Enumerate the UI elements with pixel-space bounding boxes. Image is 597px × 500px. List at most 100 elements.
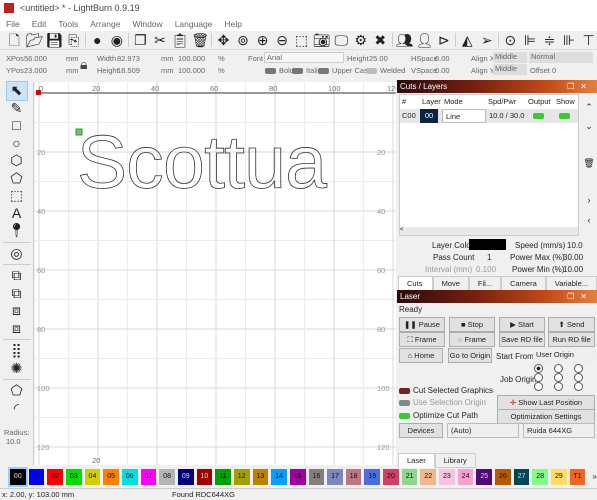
menu-arrange[interactable]: Arrange bbox=[90, 19, 120, 29]
save-icon[interactable]: 💾︎ bbox=[46, 32, 64, 49]
new-file-icon[interactable]: 🗋︎ bbox=[6, 32, 23, 49]
palette-swatch-21[interactable]: 21 bbox=[401, 468, 418, 485]
job-origin-radio[interactable] bbox=[554, 373, 563, 382]
move-down-icon[interactable]: ⌄ bbox=[581, 121, 597, 132]
column-header[interactable]: Show bbox=[554, 95, 578, 109]
palette-swatch-15[interactable]: 15 bbox=[289, 468, 306, 485]
palette-swatch-06[interactable]: 06 bbox=[121, 468, 138, 485]
lock-icon[interactable]: 🔒︎ bbox=[80, 56, 87, 73]
select-tool-icon[interactable]: ⬉︎ bbox=[5, 81, 28, 101]
job-origin-radio[interactable] bbox=[574, 364, 583, 373]
node-edit-tool-icon[interactable]: ⬠︎ bbox=[7, 170, 27, 188]
palette-swatch-27[interactable]: 27 bbox=[513, 468, 530, 485]
zoom-out-icon[interactable]: ⊖︎ bbox=[274, 32, 291, 49]
menu-help[interactable]: Help bbox=[225, 19, 242, 29]
corner-round-tool-icon[interactable]: ◜︎ bbox=[7, 400, 27, 418]
optimization-settings-button[interactable]: Optimization Settings bbox=[497, 409, 595, 424]
paste-icon[interactable]: 📋︎ bbox=[171, 32, 189, 49]
palette-swatch-28[interactable]: 28 bbox=[532, 468, 549, 485]
output-toggle[interactable] bbox=[526, 109, 554, 123]
save-rd-button[interactable]: Save RD file bbox=[499, 332, 545, 347]
subtract-tool-icon[interactable]: ⧉︎ bbox=[7, 285, 27, 303]
import-icon[interactable]: ⎘︎ bbox=[66, 32, 83, 49]
scale-y-input[interactable]: 100.000 bbox=[178, 66, 205, 75]
optimize-toggle[interactable]: Optimize Cut Path bbox=[399, 411, 478, 420]
device-select[interactable]: Ruida 644XG bbox=[523, 423, 595, 438]
power-min-input[interactable]: 10.00 bbox=[563, 265, 583, 274]
group-icon[interactable]: 👥︎ bbox=[396, 32, 414, 49]
design-canvas[interactable]: 0 20 40 60 80 100 120 20 20 40 40 60 60 80 80 100 100 120… bbox=[35, 82, 396, 465]
show-toggle[interactable] bbox=[554, 109, 578, 123]
user-icon[interactable]: 👤︎ bbox=[416, 32, 434, 49]
scale-x-input[interactable]: 100.000 bbox=[178, 54, 205, 63]
start-button[interactable]: ▶ Start bbox=[499, 317, 545, 332]
palette-swatch-29[interactable]: 29 bbox=[551, 468, 567, 485]
target-icon[interactable]: ⊙︎ bbox=[502, 32, 519, 49]
menu-file[interactable]: File bbox=[6, 19, 20, 29]
select-frame-icon[interactable]: ⬚︎ bbox=[293, 32, 310, 49]
move-up-icon[interactable]: ⌃ bbox=[581, 102, 597, 113]
flip-h-icon[interactable]: ⊳︎ bbox=[436, 32, 453, 49]
stop-button[interactable]: ■ Stop bbox=[449, 317, 495, 332]
ypos-input[interactable]: 23.000 bbox=[24, 66, 47, 75]
hspace-input[interactable]: 0.00 bbox=[435, 54, 450, 63]
job-origin-radio[interactable] bbox=[574, 373, 583, 382]
palette-swatch-17[interactable]: 17 bbox=[327, 468, 343, 485]
palette-swatch-14[interactable]: 14 bbox=[271, 468, 287, 485]
move-icon[interactable]: ✥︎ bbox=[215, 32, 232, 49]
union-tool-icon[interactable]: ⧉︎ bbox=[7, 267, 27, 285]
palette-swatch-23[interactable]: 23 bbox=[439, 468, 455, 485]
layer-color-swatch[interactable] bbox=[469, 239, 506, 250]
use-selection-origin-toggle[interactable]: Use Selection Origin bbox=[399, 398, 486, 407]
palette-swatch-24[interactable]: 24 bbox=[457, 468, 474, 485]
port-select[interactable]: (Auto) bbox=[447, 423, 519, 438]
radius-input[interactable]: 10.0 bbox=[6, 437, 21, 446]
text-tool-icon[interactable]: A︎ bbox=[7, 205, 27, 223]
start-from-select[interactable]: User Origin bbox=[533, 348, 595, 363]
circular-array-tool-icon[interactable]: ✺︎ bbox=[7, 360, 27, 378]
menu-window[interactable]: Window bbox=[132, 19, 162, 29]
trash-icon[interactable]: 🗑︎ bbox=[581, 158, 597, 169]
panel-float-close-icons[interactable]: ❐✕ bbox=[567, 290, 593, 303]
palette-swatch-19[interactable]: 19 bbox=[364, 468, 381, 485]
job-origin-radio[interactable] bbox=[534, 364, 543, 373]
job-origin-radio[interactable] bbox=[534, 382, 543, 391]
frame-circle-button[interactable]: ◌ Frame bbox=[449, 332, 495, 347]
upper-case-toggle[interactable]: Upper Case bbox=[318, 66, 372, 75]
palette-swatch-08[interactable]: 08 bbox=[159, 468, 175, 485]
align-center-icon[interactable]: ≑︎ bbox=[541, 32, 558, 49]
palette-swatch-05[interactable]: 05 bbox=[103, 468, 119, 485]
circle-ccw-icon[interactable]: ◉︎ bbox=[109, 32, 126, 49]
pass-count-input[interactable]: 1 bbox=[487, 253, 491, 262]
vspace-input[interactable]: 0.00 bbox=[435, 66, 450, 75]
job-origin-radio[interactable] bbox=[554, 382, 563, 391]
offset-input[interactable]: Offset 0 bbox=[530, 66, 556, 75]
palette-swatch-00[interactable]: 00 bbox=[8, 466, 28, 487]
column-header[interactable]: Mode bbox=[442, 95, 486, 109]
palette-swatch-20[interactable]: 20 bbox=[383, 468, 399, 485]
polygon-tool-icon[interactable]: ⬡︎ bbox=[7, 152, 27, 170]
monitor-icon[interactable]: 🖵︎ bbox=[333, 32, 350, 49]
palette-swatch-09[interactable]: 09 bbox=[177, 468, 194, 485]
welded-toggle[interactable]: Welded bbox=[366, 66, 405, 75]
bold-toggle[interactable]: Bold bbox=[265, 66, 294, 75]
palette-swatch-02[interactable]: 02 bbox=[47, 468, 63, 485]
job-origin-radio[interactable] bbox=[534, 373, 543, 382]
rectangle-tool-icon[interactable]: □︎ bbox=[7, 117, 27, 135]
delete-icon[interactable]: 🗑︎ bbox=[191, 32, 209, 49]
palette-swatch-10[interactable]: 10 bbox=[196, 468, 213, 485]
power-max-input[interactable]: 30.00 bbox=[563, 253, 583, 262]
intersect-tool-icon[interactable]: ⧈︎ bbox=[7, 302, 27, 320]
column-header[interactable]: Layer bbox=[420, 95, 442, 109]
palette-swatch-26[interactable]: 26 bbox=[495, 468, 511, 485]
layers-table[interactable]: # Layer Mode Spd/Pwr Output Show C00 00 Line … bbox=[399, 94, 579, 236]
expand-icon[interactable]: › bbox=[581, 195, 597, 205]
home-button[interactable]: ⌂ Home bbox=[399, 348, 443, 363]
alignx-select[interactable]: Middle bbox=[493, 52, 527, 63]
convert-path-tool-icon[interactable]: ⬠︎ bbox=[7, 382, 27, 400]
go-to-origin-button[interactable]: Go to Origin bbox=[448, 348, 492, 363]
palette-swatch-07[interactable]: 07 bbox=[140, 468, 157, 485]
copy-icon[interactable]: ❐︎ bbox=[132, 32, 149, 49]
grid-array-tool-icon[interactable]: ⣿︎ bbox=[7, 342, 27, 360]
palette-swatch-25[interactable]: 25 bbox=[476, 468, 493, 485]
